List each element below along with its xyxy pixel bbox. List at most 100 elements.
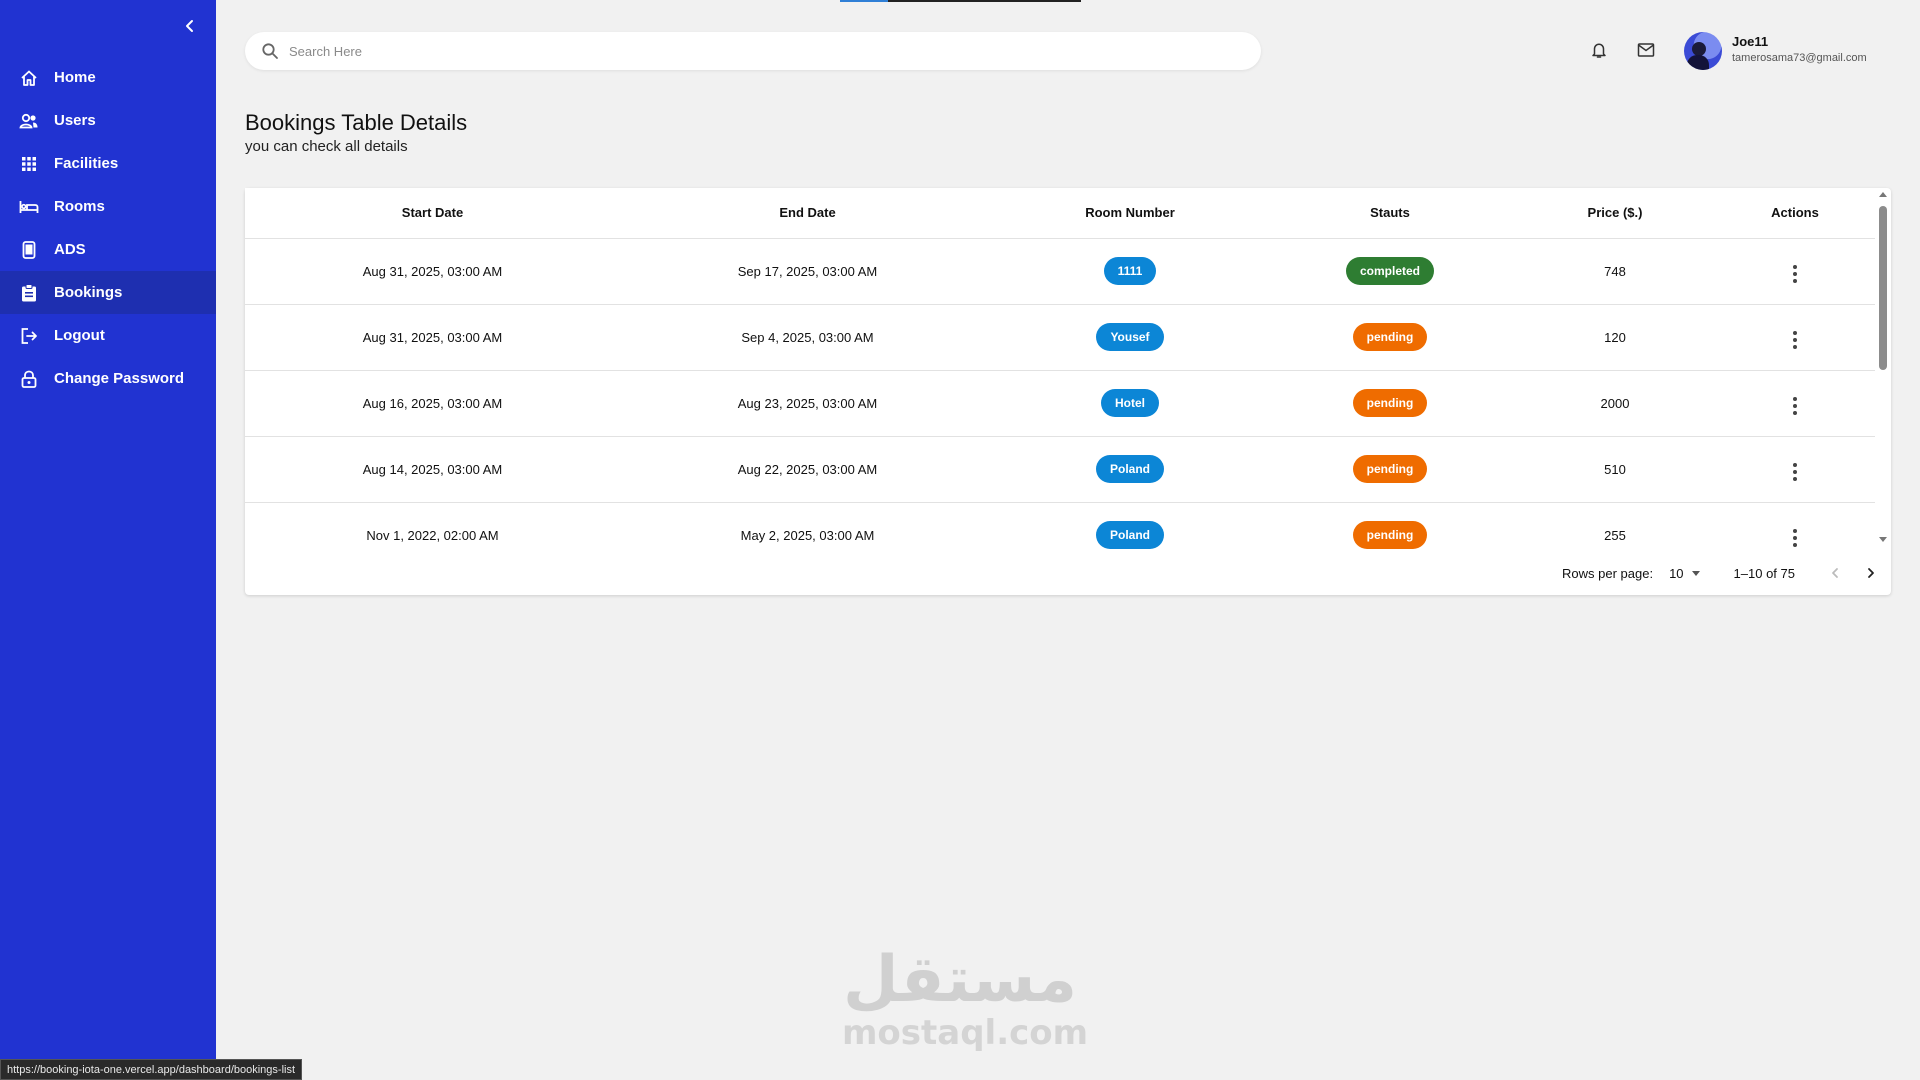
end-date-cell: Sep 4, 2025, 03:00 AM [620,304,995,371]
start-date-cell: Aug 31, 2025, 03:00 AM [245,238,620,305]
sidebar-item-label: Bookings [54,284,123,301]
messages-button[interactable] [1634,38,1658,62]
sidebar-item-label: Home [54,69,96,86]
table-scroll-area[interactable]: Start Date End Date Room Number Stauts P… [245,188,1875,553]
table-row: Aug 16, 2025, 03:00 AM Aug 23, 2025, 03:… [245,370,1875,437]
sidebar-item-ads[interactable]: ADS [0,228,216,271]
table-row: Aug 31, 2025, 03:00 AM Sep 17, 2025, 03:… [245,238,1875,305]
chevron-left-icon [186,20,193,32]
page-title: Bookings Table Details [245,110,468,135]
search-icon [262,43,278,59]
sidebar: Home Users Facilities Rooms ADS Bookings… [0,0,216,1080]
sidebar-item-rooms[interactable]: Rooms [0,185,216,228]
table-row: Nov 1, 2022, 02:00 AM May 2, 2025, 03:00… [245,502,1875,553]
column-header-end-date[interactable]: End Date [620,188,995,239]
row-actions-button[interactable] [1783,460,1807,484]
page-load-indicator [840,0,1081,2]
grid-icon [19,154,39,174]
next-page-button[interactable] [1859,561,1883,585]
sidebar-item-label: Rooms [54,198,105,215]
column-header-start-date[interactable]: Start Date [245,188,620,239]
dropdown-arrow-icon [1691,570,1700,576]
status-badge: pending [1352,389,1428,417]
search-input[interactable] [289,43,1261,59]
bookings-table-card: Start Date End Date Room Number Stauts P… [245,188,1891,595]
chevron-left-icon [1832,568,1838,578]
row-actions-button[interactable] [1783,328,1807,352]
row-actions-button[interactable] [1783,262,1807,286]
room-number-chip: Yousef [1096,323,1164,351]
sidebar-item-home[interactable]: Home [0,56,216,99]
column-header-room-number[interactable]: Room Number [995,188,1265,239]
sidebar-item-logout[interactable]: Logout [0,314,216,357]
sidebar-nav: Home Users Facilities Rooms ADS Bookings… [0,56,216,400]
more-vert-icon [1793,330,1797,335]
sidebar-item-label: ADS [54,241,86,258]
lock-icon [19,369,39,389]
rows-per-page-value: 10 [1669,565,1684,581]
watermark: مستقل mostaql.com [842,943,1089,1053]
avatar[interactable] [1684,32,1722,70]
bell-icon [1592,43,1606,58]
mail-icon [1637,43,1655,57]
more-vert-icon [1793,528,1797,533]
row-actions-button[interactable] [1783,394,1807,418]
sidebar-item-label: Facilities [54,155,119,172]
sidebar-item-bookings[interactable]: Bookings [0,271,216,314]
sidebar-item-change-password[interactable]: Change Password [0,357,216,400]
search-bar [245,32,1261,70]
end-date-cell: Sep 17, 2025, 03:00 AM [620,238,995,305]
sidebar-item-users[interactable]: Users [0,99,216,142]
clipboard-icon [19,283,39,303]
page-subtitle: you can check all details [245,138,408,155]
start-date-cell: Aug 31, 2025, 03:00 AM [245,304,620,371]
sidebar-item-label: Users [54,112,96,129]
end-date-cell: May 2, 2025, 03:00 AM [740,527,875,543]
home-icon [19,68,39,88]
browser-status-url: https://booking-iota-one.vercel.app/dash… [0,1059,303,1080]
room-number-chip: Hotel [1101,389,1159,417]
status-badge: pending [1352,323,1428,351]
user-email: tamerosama73@gmail.com [1732,52,1867,64]
room-number-chip: Poland [1095,455,1164,483]
watermark-latin: mostaql.com [842,1013,1089,1053]
column-header-status[interactable]: Stauts [1265,188,1515,239]
rows-per-page-label: Rows per page: [1562,565,1654,581]
scroll-up-arrow-icon[interactable] [1879,192,1887,197]
column-header-actions: Actions [1715,188,1875,239]
table-pagination: Rows per page: 10 1–10 of 75 [1562,560,1891,586]
end-date-cell: Aug 22, 2025, 03:00 AM [620,436,995,503]
users-icon [19,111,39,131]
sidebar-item-facilities[interactable]: Facilities [0,142,216,185]
scroll-down-arrow-icon[interactable] [1879,537,1887,542]
sidebar-item-label: Logout [54,327,105,344]
table-scrollbar[interactable] [1877,190,1889,542]
start-date-cell: Nov 1, 2022, 02:00 AM [366,527,499,543]
sidebar-item-label: Change Password [54,370,185,387]
notifications-button[interactable] [1587,38,1611,62]
room-number-chip: Poland [1095,521,1164,550]
previous-page-button[interactable] [1823,561,1847,585]
start-date-cell: Aug 16, 2025, 03:00 AM [245,370,620,437]
more-vert-icon [1793,396,1797,401]
rows-per-page-select[interactable]: 10 [1669,565,1700,581]
end-date-cell: Aug 23, 2025, 03:00 AM [620,370,995,437]
scrollbar-thumb[interactable] [1879,206,1887,370]
price-cell: 510 [1515,436,1715,503]
pagination-range: 1–10 of 75 [1733,565,1795,581]
watermark-arabic: مستقل [842,943,1078,1017]
bookings-table: Start Date End Date Room Number Stauts P… [245,188,1875,553]
collapse-sidebar-button[interactable] [178,14,202,38]
room-number-chip: 1111 [1103,257,1157,285]
row-actions-button[interactable] [1783,526,1807,550]
price-cell: 255 [1604,527,1626,543]
logout-icon [19,326,39,346]
price-cell: 120 [1515,304,1715,371]
more-vert-icon [1793,264,1797,269]
column-header-price[interactable]: Price ($.) [1515,188,1715,239]
table-header-row: Start Date End Date Room Number Stauts P… [245,188,1875,239]
bed-icon [19,197,39,217]
status-badge: pending [1352,521,1428,550]
price-cell: 2000 [1515,370,1715,437]
status-badge: completed [1345,257,1434,285]
